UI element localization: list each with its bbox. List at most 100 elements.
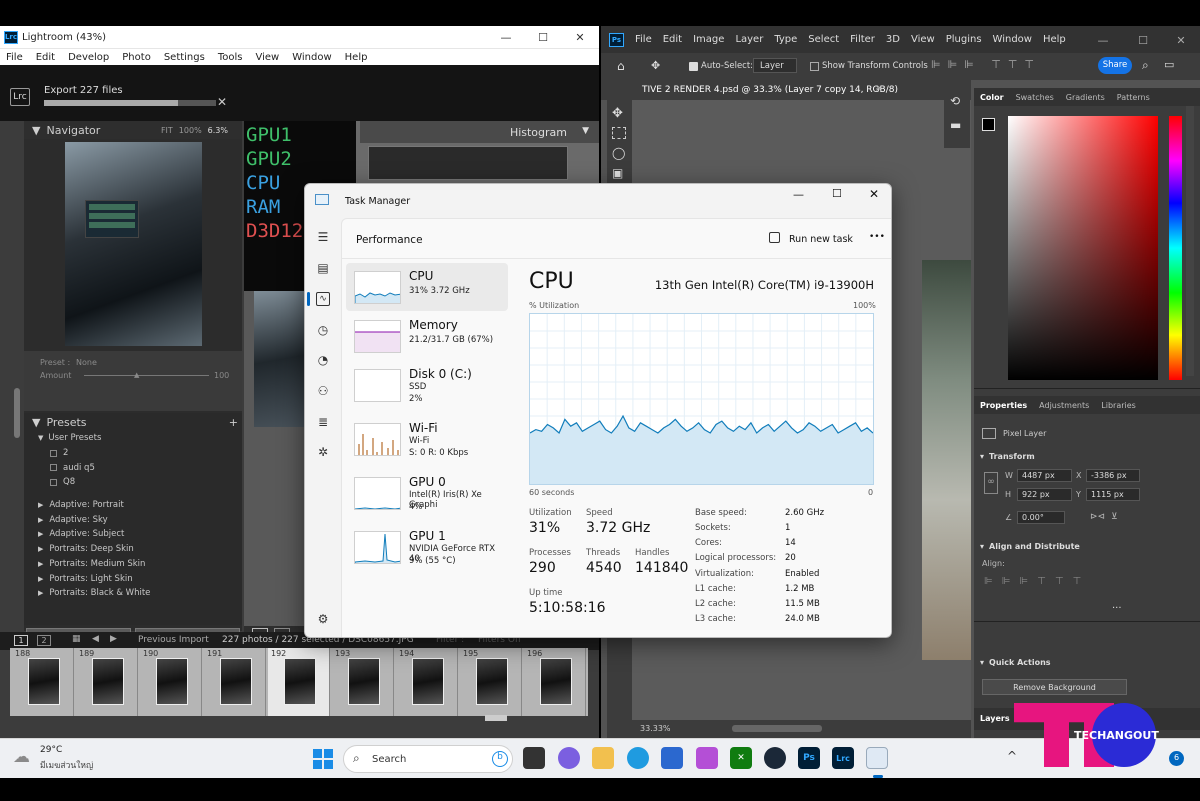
edge-icon[interactable] [627, 747, 649, 769]
move-tool-icon[interactable]: ✥ [612, 106, 623, 121]
tab-swatches[interactable]: Swatches [1016, 93, 1054, 102]
details-icon[interactable]: ≣ [316, 415, 330, 429]
menu-filter[interactable]: Filter [850, 34, 875, 45]
start-button[interactable] [313, 749, 333, 769]
tab-color[interactable]: Color [980, 93, 1004, 102]
hue-slider[interactable] [1169, 116, 1182, 380]
filmstrip-thumb[interactable]: 189 [76, 648, 138, 716]
zoom-fit[interactable]: FIT [161, 126, 173, 135]
run-new-task-button[interactable]: Run new task [789, 234, 853, 245]
filmstrip-thumb[interactable]: 190 [140, 648, 202, 716]
steam-icon[interactable] [764, 747, 786, 769]
task-manager-taskbar-icon[interactable] [866, 747, 888, 769]
quick-actions-header[interactable]: ▾ Quick Actions [974, 658, 1051, 667]
tab-layers[interactable]: Layers [980, 714, 1010, 723]
share-button[interactable]: Share [1098, 57, 1132, 74]
presets-header[interactable]: ▼ Presets + [24, 413, 242, 431]
grid-icon[interactable]: ▦ [72, 634, 81, 644]
menu-type[interactable]: Type [774, 34, 797, 45]
filmstrip-thumb[interactable]: 195 [460, 648, 522, 716]
menu-help[interactable]: Help [345, 52, 368, 63]
hamburger-menu-icon[interactable]: ☰ [316, 230, 330, 244]
minimize-button[interactable]: — [1084, 29, 1122, 51]
menu-develop[interactable]: Develop [68, 52, 109, 63]
menu-edit[interactable]: Edit [663, 34, 682, 45]
document-tab[interactable]: TIVE 2 RENDER 4.psd @ 33.3% (Layer 7 cop… [642, 85, 898, 95]
auto-select-checkbox[interactable] [689, 62, 698, 71]
menu-3d[interactable]: 3D [886, 34, 900, 45]
comments-icon[interactable]: ▬ [950, 118, 961, 132]
marquee-tool-icon[interactable] [612, 127, 626, 139]
resource-item-disk[interactable]: Disk 0 (C:) SSD 2% [346, 361, 508, 409]
preset-group[interactable]: ▶ Adaptive: Sky [24, 512, 242, 527]
horizontal-scrollbar[interactable] [732, 725, 822, 732]
menu-photo[interactable]: Photo [122, 52, 151, 63]
weather-temperature[interactable]: 29°C [40, 745, 62, 755]
services-icon[interactable]: ✲ [316, 445, 330, 459]
back-arrow-icon[interactable]: ◀ [92, 634, 99, 644]
filmstrip-thumb[interactable]: 194 [396, 648, 458, 716]
preset-group[interactable]: ▶ Adaptive: Portrait [24, 498, 242, 513]
maximize-button[interactable]: ☐ [1124, 29, 1162, 51]
filmstrip-thumb[interactable]: 196 [524, 648, 586, 716]
menu-file[interactable]: File [6, 52, 23, 63]
preset-group[interactable]: ▶ Portraits: Black & White [24, 586, 242, 601]
users-icon[interactable]: ⚇ [316, 384, 330, 398]
photoshop-taskbar-icon[interactable]: Ps [798, 747, 820, 769]
menu-image[interactable]: Image [693, 34, 724, 45]
zoom-100[interactable]: 100% [179, 126, 202, 135]
tab-adjustments[interactable]: Adjustments [1039, 401, 1089, 410]
filmstrip-thumb[interactable]: 188 [12, 648, 74, 716]
menu-window[interactable]: Window [292, 52, 331, 63]
app-icon[interactable] [696, 747, 718, 769]
foreground-color-swatch[interactable] [982, 118, 995, 131]
minimize-button[interactable]: — [487, 26, 525, 48]
filmstrip-scrollbar[interactable] [485, 715, 507, 721]
preset-group[interactable]: ▶ Portraits: Deep Skin [24, 542, 242, 557]
amount-slider-handle[interactable]: ▲ [134, 371, 139, 379]
transform-controls-checkbox[interactable] [810, 62, 819, 71]
angle-field[interactable]: 0.00° [1017, 511, 1065, 524]
filmstrip-source[interactable]: Previous Import [138, 635, 209, 645]
lightroom-taskbar-icon[interactable]: Lrc [832, 747, 854, 769]
resource-item-wifi[interactable]: Wi-Fi Wi-Fi S: 0 R: 0 Kbps [346, 415, 508, 463]
tab-properties[interactable]: Properties [980, 401, 1027, 410]
preset-group[interactable]: ▶ Portraits: Medium Skin [24, 557, 242, 572]
menu-window[interactable]: Window [993, 34, 1032, 45]
history-icon[interactable]: ⟲ [950, 94, 960, 108]
chat-icon[interactable] [558, 747, 580, 769]
tab-gradients[interactable]: Gradients [1066, 93, 1105, 102]
forward-arrow-icon[interactable]: ▶ [110, 634, 117, 644]
filmstrip-thumb[interactable]: 191 [204, 648, 266, 716]
cancel-export-icon[interactable]: ✕ [217, 95, 227, 109]
filmstrip-thumb[interactable]: 192 [268, 648, 330, 716]
weather-description[interactable]: มีเมฆส่วนใหญ่ [40, 758, 93, 772]
close-button[interactable]: ✕ [869, 187, 879, 201]
amount-slider[interactable] [84, 375, 209, 376]
add-preset-icon[interactable]: + [229, 416, 238, 429]
link-icon[interactable]: ∞ [984, 472, 998, 494]
zoom-level[interactable]: 33.33% [640, 724, 671, 733]
tab-patterns[interactable]: Patterns [1117, 93, 1150, 102]
document-image[interactable] [922, 260, 971, 660]
height-field[interactable]: 922 px [1017, 488, 1072, 501]
menu-view[interactable]: View [255, 52, 279, 63]
resource-item-cpu[interactable]: CPU 31% 3.72 GHz [346, 263, 508, 311]
more-options-icon[interactable]: ... [1112, 600, 1122, 611]
startup-apps-icon[interactable]: ◔ [316, 353, 330, 367]
menu-view[interactable]: View [911, 34, 935, 45]
home-icon[interactable]: ⌂ [617, 59, 625, 73]
xbox-icon[interactable]: ✕ [730, 747, 752, 769]
maximize-button[interactable]: ☐ [524, 26, 562, 48]
navigator-preview[interactable] [65, 142, 202, 346]
flip-vertical-icon[interactable]: ⊻ [1111, 512, 1118, 522]
document-close-icon[interactable]: × [875, 84, 883, 94]
menu-layer[interactable]: Layer [735, 34, 763, 45]
move-tool-icon[interactable]: ✥ [651, 59, 660, 72]
weather-icon[interactable]: ☁ [13, 747, 30, 767]
align-header[interactable]: ▾ Align and Distribute [974, 542, 1080, 551]
workspace-icon[interactable]: ▭ [1164, 58, 1174, 71]
menu-settings[interactable]: Settings [164, 52, 205, 63]
preset-item[interactable]: Q8 [24, 475, 242, 490]
align-icons[interactable]: ⊫⊫⊫ ⊤⊤⊤ [931, 58, 1041, 71]
